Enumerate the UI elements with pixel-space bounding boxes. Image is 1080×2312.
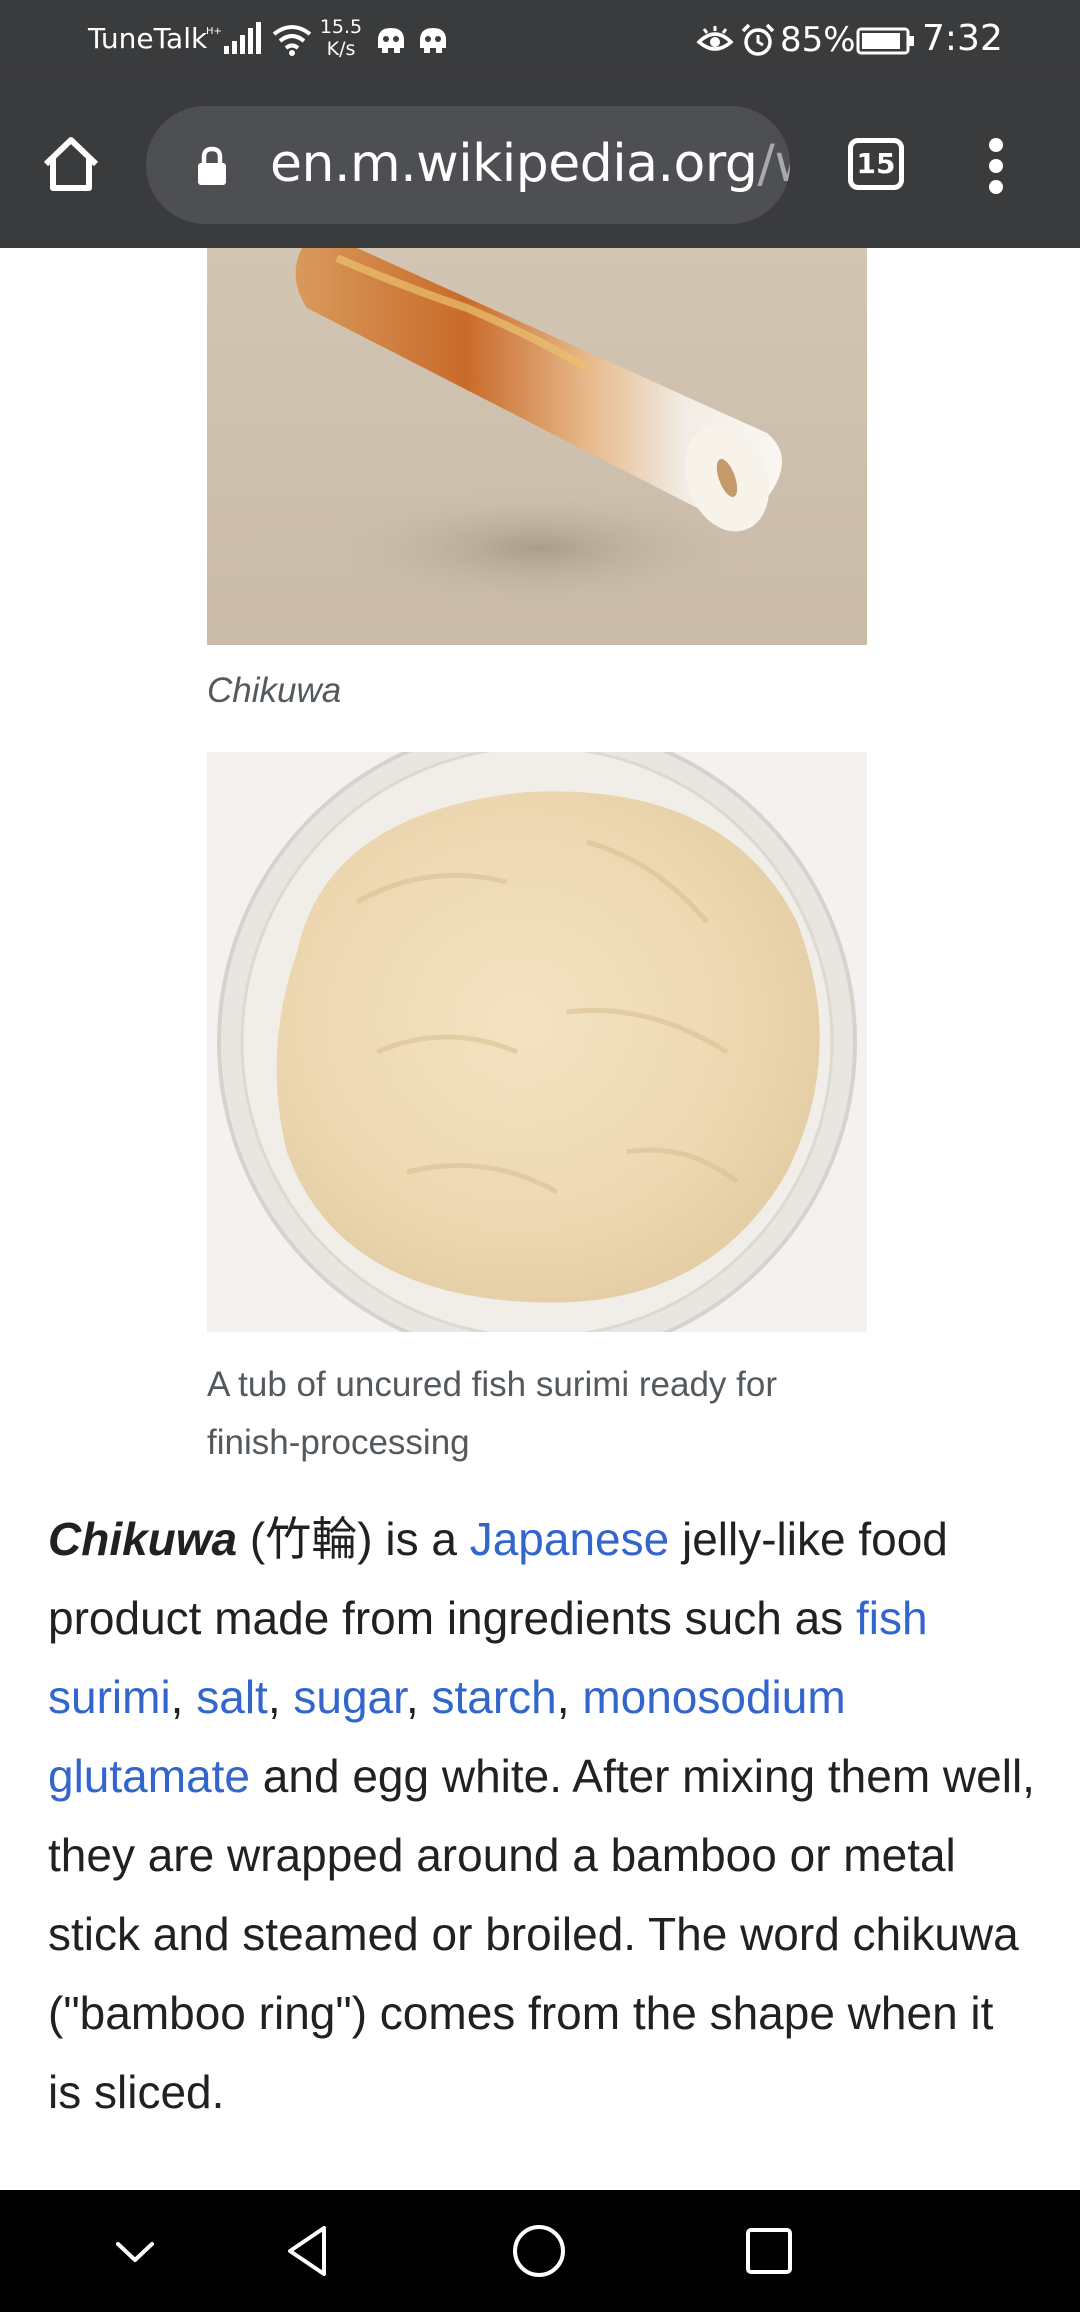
text-span: , xyxy=(170,1671,197,1723)
back-icon[interactable] xyxy=(278,2220,340,2282)
home-icon[interactable] xyxy=(40,134,102,194)
clock: 7:32 xyxy=(922,18,1003,59)
battery-percentage: 85% xyxy=(780,20,856,60)
wifi-icon xyxy=(272,25,312,56)
url-text: en.m.wikipedia.org/wi xyxy=(270,134,790,194)
article-content: Chikuwa A tub of uncured fish surimi rea… xyxy=(0,248,1080,2190)
surimi-tub-image[interactable] xyxy=(207,752,867,1332)
overflow-menu-button[interactable] xyxy=(978,138,1014,194)
address-bar[interactable]: en.m.wikipedia.org/wi xyxy=(146,106,790,224)
surimi-illustration xyxy=(217,752,857,1332)
menu-dot xyxy=(989,138,1003,152)
article-paragraph: Chikuwa (竹輪) is a Japanese jelly-like fo… xyxy=(48,1500,1038,2132)
article-term: Chikuwa xyxy=(48,1513,238,1565)
app-notification-icon-2 xyxy=(420,28,446,53)
chevron-down-icon[interactable] xyxy=(104,2220,166,2282)
chikuwa-illustration xyxy=(295,248,782,608)
link-japanese[interactable]: Japanese xyxy=(470,1513,670,1565)
figure-caption-surimi: A tub of uncured fish surimi ready for f… xyxy=(207,1365,777,1462)
network-speed: 15.5 K/s xyxy=(318,16,364,60)
link-salt[interactable]: salt xyxy=(196,1671,268,1723)
link-starch[interactable]: starch xyxy=(431,1671,556,1723)
battery-icon xyxy=(856,27,914,55)
svg-text:H+: H+ xyxy=(206,26,222,37)
eye-comfort-icon xyxy=(696,26,734,51)
text-span: (竹輪) is a xyxy=(237,1513,470,1565)
chikuwa-image[interactable] xyxy=(207,248,867,645)
app-notification-icon xyxy=(378,28,404,53)
carrier-name: TuneTalk xyxy=(88,22,208,55)
browser-toolbar: en.m.wikipedia.org/wi 15 xyxy=(0,80,1080,248)
text-span: , xyxy=(405,1671,432,1723)
lock-icon xyxy=(198,146,226,185)
text-span: and egg white. After mixing them well, t… xyxy=(48,1750,1035,2118)
home-nav-icon[interactable] xyxy=(508,2220,570,2282)
status-bar: TuneTalk H+ 15.5 K/s 85% 7:32 xyxy=(0,0,1080,80)
menu-dot xyxy=(989,159,1003,173)
network-speed-unit: K/s xyxy=(326,38,356,60)
text-span: , xyxy=(267,1671,294,1723)
link-sugar[interactable]: sugar xyxy=(293,1671,406,1723)
alarm-icon xyxy=(741,23,775,56)
recent-apps-icon[interactable] xyxy=(738,2220,800,2282)
tab-switcher-button[interactable]: 15 xyxy=(848,138,904,190)
url-domain: en.m.wikipedia.org xyxy=(270,134,758,194)
url-path: /wi xyxy=(757,134,790,194)
figure-caption-chikuwa: Chikuwa xyxy=(207,671,342,710)
network-speed-value: 15.5 xyxy=(319,16,363,38)
signal-icon: H+ xyxy=(206,22,261,54)
system-navigation-bar xyxy=(0,2190,1080,2312)
text-span: , xyxy=(556,1671,583,1723)
menu-dot xyxy=(989,180,1003,194)
